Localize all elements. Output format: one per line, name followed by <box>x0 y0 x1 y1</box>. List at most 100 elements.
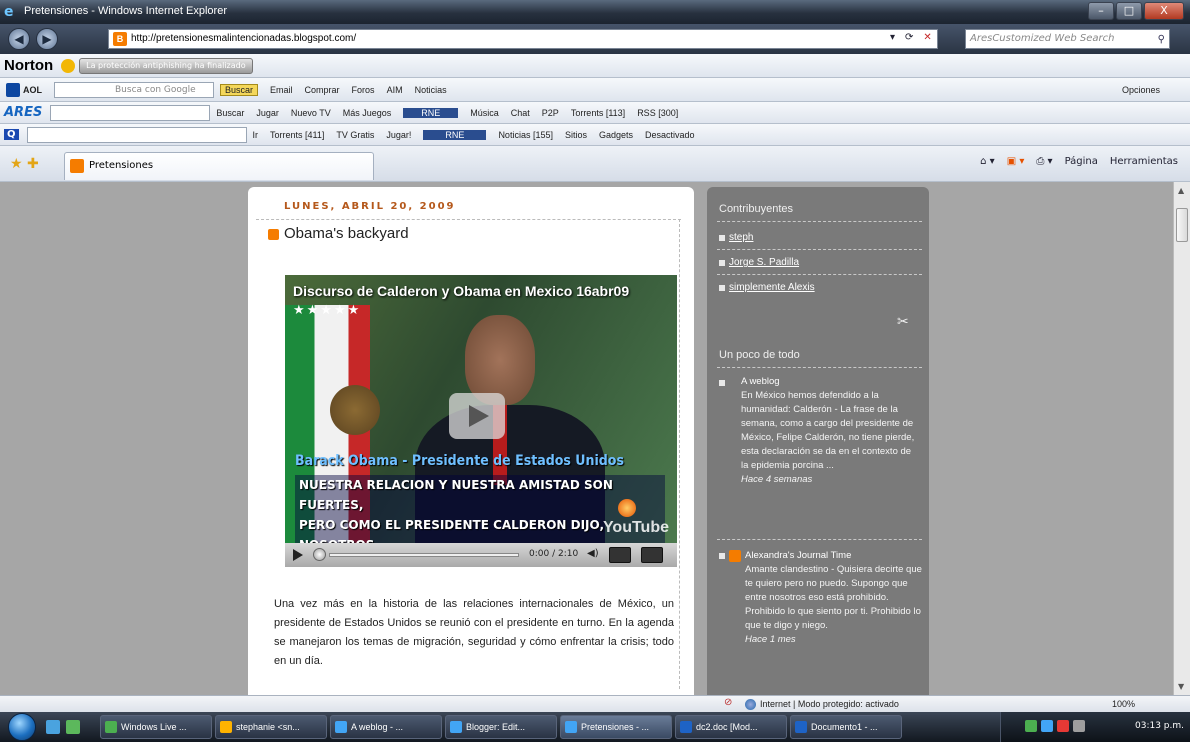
qbar-play[interactable]: Jugar! <box>386 130 411 140</box>
task-button[interactable]: Windows Live ... <box>100 715 212 739</box>
back-button[interactable]: ◀ <box>8 28 30 50</box>
aol-aim[interactable]: AIM <box>387 85 403 95</box>
qbar-go[interactable]: Ir <box>253 130 259 140</box>
contributor-link[interactable]: steph <box>729 232 753 243</box>
refresh-icon[interactable]: ⟳ <box>905 32 913 43</box>
home-icon[interactable]: ⌂ ▾ <box>980 156 995 167</box>
ares-games[interactable]: Más Juegos <box>343 108 392 118</box>
forward-button[interactable]: ▶ <box>36 28 58 50</box>
youtube-logo[interactable]: YouTube <box>603 519 669 537</box>
qbar-disabled[interactable]: Desactivado <box>645 130 695 140</box>
ares-music[interactable]: Música <box>470 108 499 118</box>
scroll-down-icon[interactable]: ▼ <box>1178 682 1184 691</box>
ares-p2p[interactable]: P2P <box>542 108 559 118</box>
ares-play[interactable]: Jugar <box>256 108 279 118</box>
contributor-link[interactable]: simplemente Alexis <box>729 282 815 293</box>
tab-label: Pretensiones <box>89 160 154 171</box>
contributors-title: Contribuyentes <box>719 203 793 215</box>
ares-search-input[interactable] <box>50 104 211 121</box>
qbar-logo: Q <box>4 129 19 140</box>
antivirus-icon[interactable] <box>1057 720 1069 732</box>
blogroll-entry-title[interactable]: A weblog <box>741 375 921 389</box>
security-zone[interactable]: Internet | Modo protegido: activado <box>745 699 899 711</box>
qbar-player[interactable]: RNE <box>423 129 487 140</box>
blogroll-entry-title[interactable]: Alexandra's Journal Time <box>745 549 925 563</box>
scroll-up-icon[interactable]: ▲ <box>1178 186 1184 195</box>
zoom-level[interactable]: 100% <box>1112 699 1135 709</box>
qbar-search-input[interactable] <box>26 126 247 143</box>
stop-icon[interactable]: ✕ <box>923 32 931 43</box>
post-divider-vertical <box>679 219 680 689</box>
qbar-sites[interactable]: Sitios <box>565 130 587 140</box>
google-search-input[interactable]: Busca con Google <box>54 81 214 98</box>
ares-chat[interactable]: Chat <box>511 108 530 118</box>
scroll-thumb[interactable] <box>1176 208 1188 242</box>
youtube-video[interactable]: Discurso de Calderon y Obama en Mexico 1… <box>285 275 677 567</box>
search-icon[interactable]: ⚲ <box>1158 31 1165 49</box>
task-button[interactable]: Documento1 - ... <box>790 715 902 739</box>
close-button[interactable]: X <box>1144 2 1184 20</box>
task-button[interactable]: A weblog - ... <box>330 715 442 739</box>
qbar-tv[interactable]: TV Gratis <box>336 130 374 140</box>
aol-search-button[interactable]: Buscar <box>220 83 259 96</box>
menu-icon[interactable] <box>609 547 631 563</box>
post-body: Una vez más en la historia de las relaci… <box>274 598 674 667</box>
task-button[interactable]: stephanie <sn... <box>215 715 327 739</box>
switch-windows-icon[interactable] <box>66 720 80 734</box>
feeds-icon[interactable]: ▣ ▾ <box>1007 156 1025 167</box>
contributor-link[interactable]: Jorge S. Padilla <box>729 257 799 268</box>
aol-news[interactable]: Noticias <box>415 85 447 95</box>
norton-help-icon[interactable] <box>61 58 76 73</box>
aol-options[interactable]: Opciones <box>1122 85 1160 95</box>
flag-emblem <box>330 385 380 435</box>
blogroll-entry-text[interactable]: Amante clandestino - Quisiera decirte qu… <box>745 563 925 633</box>
fullscreen-icon[interactable] <box>641 547 663 563</box>
task-button[interactable]: Blogger: Edit... <box>445 715 557 739</box>
seek-handle[interactable] <box>313 548 326 561</box>
volume-icon[interactable]: ◀) <box>587 548 599 559</box>
tools-menu[interactable]: Herramientas <box>1110 156 1178 167</box>
seek-bar[interactable] <box>329 553 519 557</box>
qbar-torrents[interactable]: Torrents [411] <box>270 130 324 140</box>
url-input[interactable]: B http://pretensionesmalintencionadas.bl… <box>108 29 938 49</box>
aol-forums[interactable]: Foros <box>352 85 375 95</box>
web-search-input[interactable]: AresCustomized Web Search ⚲ <box>965 29 1170 49</box>
task-button[interactable]: dc2.doc [Mod... <box>675 715 787 739</box>
page-scrollbar[interactable]: ▲ ▼ <box>1173 182 1190 695</box>
qbar-news[interactable]: Noticias [155] <box>498 130 553 140</box>
blogroll-entry-text[interactable]: En México hemos defendido a la humanidad… <box>741 389 921 473</box>
show-desktop-icon[interactable] <box>46 720 60 734</box>
clock[interactable]: 03:13 p.m. <box>1135 721 1184 731</box>
page-menu[interactable]: Página <box>1065 156 1098 167</box>
favorites-star-icon[interactable]: ★ ✚ <box>10 156 39 172</box>
ares-player[interactable]: RNE <box>403 107 459 118</box>
network-icon[interactable] <box>1025 720 1037 732</box>
bullet-icon <box>719 553 725 559</box>
aol-shop[interactable]: Comprar <box>305 85 340 95</box>
play-overlay-button[interactable] <box>449 393 505 439</box>
ares-rss[interactable]: RSS [300] <box>637 108 678 118</box>
maximize-button[interactable]: □ <box>1116 2 1142 20</box>
ares-search[interactable]: Buscar <box>216 108 244 118</box>
messenger-icon <box>220 721 232 733</box>
task-button[interactable]: Pretensiones - ... <box>560 715 672 739</box>
volume-icon[interactable] <box>1073 720 1085 732</box>
video-frame[interactable]: Discurso de Calderon y Obama en Mexico 1… <box>285 275 677 543</box>
norton-status[interactable]: La protección antiphishing ha finalizado <box>79 57 253 74</box>
play-icon[interactable] <box>293 549 303 561</box>
print-icon[interactable]: ⎙ ▾ <box>1036 156 1052 167</box>
edit-tools-icon[interactable]: ✂ <box>897 313 909 330</box>
video-title[interactable]: Discurso de Calderon y Obama en Mexico 1… <box>293 283 629 299</box>
dropdown-icon[interactable]: ▾ <box>890 32 895 43</box>
post-title[interactable]: Obama's backyard <box>284 225 409 242</box>
tab-pretensiones[interactable]: Pretensiones <box>64 152 374 180</box>
aol-logo[interactable]: AOL <box>6 82 42 97</box>
qbar-gadgets[interactable]: Gadgets <box>599 130 633 140</box>
minimize-button[interactable]: – <box>1088 2 1114 20</box>
ares-tv[interactable]: Nuevo TV <box>291 108 331 118</box>
start-button[interactable] <box>8 713 36 741</box>
ares-torrents[interactable]: Torrents [113] <box>571 108 625 118</box>
messenger-tray-icon[interactable] <box>1041 720 1053 732</box>
aol-email[interactable]: Email <box>270 85 293 95</box>
sidebar-divider <box>717 539 922 540</box>
